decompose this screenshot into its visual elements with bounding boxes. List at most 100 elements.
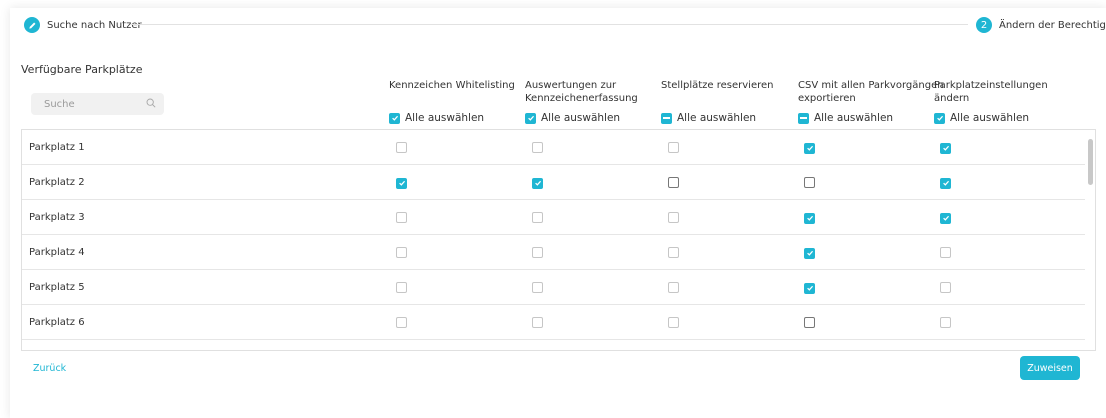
permission-checkbox[interactable]: [532, 142, 543, 153]
permission-cell: [668, 282, 679, 296]
select-all-label: Alle auswählen: [541, 112, 621, 124]
permission-checkbox[interactable]: [940, 142, 951, 154]
permission-checkbox[interactable]: [668, 282, 679, 293]
permission-cell: [532, 177, 543, 190]
parking-table: Parkplatz 1 Parkplatz 2 Parkplatz 3 Parkpla…: [21, 129, 1096, 351]
select-all-label: Alle auswählen: [677, 112, 757, 124]
permission-checkbox[interactable]: [668, 317, 679, 328]
permission-checkbox[interactable]: [804, 142, 815, 154]
column-title: Kennzeichen Whitelisting: [389, 79, 529, 107]
pencil-icon: [24, 17, 40, 33]
permission-cell: [532, 247, 543, 261]
permission-cell: [804, 142, 815, 155]
permission-checkbox[interactable]: [668, 212, 679, 223]
parking-lot-name: Parkplatz 2: [29, 177, 85, 188]
permission-checkbox[interactable]: [804, 317, 815, 328]
permission-cell: [532, 212, 543, 226]
column-title-line: Kennzeichenerfassung: [525, 93, 638, 104]
permission-cell: [532, 142, 543, 156]
permission-cell: [804, 247, 815, 260]
permission-cell: [804, 177, 815, 191]
column-title-line: Kennzeichen Whitelisting: [389, 80, 515, 91]
permission-checkbox[interactable]: [940, 212, 951, 224]
permission-cell: [940, 212, 951, 225]
assign-button[interactable]: Zuweisen: [1020, 356, 1080, 380]
permission-cell: [532, 317, 543, 331]
select-all-checkbox[interactable]: [389, 112, 400, 124]
permission-checkbox[interactable]: [532, 247, 543, 258]
select-all-control[interactable]: Alle auswählen: [661, 112, 756, 124]
permission-checkbox[interactable]: [396, 212, 407, 223]
column-title-line: CSV mit allen Parkvorgängen: [798, 80, 944, 91]
permission-checkbox[interactable]: [532, 212, 543, 223]
column-title-line: Auswertungen zur: [525, 80, 617, 91]
select-all-checkbox[interactable]: [661, 112, 672, 124]
permission-cell: [668, 212, 679, 226]
permission-checkbox[interactable]: [940, 317, 951, 328]
permission-checkbox[interactable]: [668, 177, 679, 188]
permission-cell: [396, 282, 407, 296]
permission-checkbox[interactable]: [804, 177, 815, 188]
permission-checkbox[interactable]: [396, 282, 407, 293]
select-all-label: Alle auswählen: [405, 112, 485, 124]
permission-checkbox[interactable]: [532, 177, 543, 189]
permission-checkbox[interactable]: [396, 142, 407, 153]
permission-cell: [668, 317, 679, 331]
step-2-label: Ändern der Berechtigungen: [999, 19, 1106, 31]
parking-lot-name: Parkplatz 5: [29, 282, 85, 293]
step-2-number: 2: [976, 17, 992, 33]
search-input[interactable]: [44, 98, 144, 110]
permission-checkbox[interactable]: [940, 282, 951, 293]
step-2[interactable]: 2 Ändern der Berechtigungen: [976, 17, 1106, 33]
permission-checkbox[interactable]: [532, 317, 543, 328]
permission-cell: [940, 177, 951, 190]
permission-cell: [940, 282, 951, 296]
column-title: Stellplätze reservieren: [661, 79, 801, 107]
permission-cell: [396, 317, 407, 331]
parking-lot-name: Parkplatz 3: [29, 212, 85, 223]
select-all-control[interactable]: Alle auswählen: [525, 112, 620, 124]
parking-lot-name: Parkplatz 6: [29, 317, 85, 328]
select-all-checkbox[interactable]: [934, 112, 945, 124]
permission-checkbox[interactable]: [396, 317, 407, 328]
permission-cell: [668, 247, 679, 261]
stepper-connector: [130, 24, 968, 25]
select-all-control[interactable]: Alle auswählen: [798, 112, 893, 124]
permission-cell: [804, 317, 815, 331]
table-row: Parkplatz 3: [22, 200, 1085, 235]
table-row: Parkplatz 1: [22, 130, 1085, 165]
permission-checkbox[interactable]: [940, 247, 951, 258]
back-link[interactable]: Zurück: [33, 363, 66, 374]
permission-checkbox[interactable]: [396, 177, 407, 189]
column-title-line: Stellplätze reservieren: [661, 80, 774, 91]
table-row: Parkplatz 6: [22, 305, 1085, 340]
permission-checkbox[interactable]: [940, 177, 951, 189]
permissions-card: Suche nach Nutzer 2 Ändern der Berechtig…: [10, 8, 1106, 418]
select-all-checkbox[interactable]: [525, 112, 536, 124]
select-all-checkbox[interactable]: [798, 112, 809, 124]
permission-checkbox[interactable]: [668, 247, 679, 258]
permission-cell: [940, 317, 951, 331]
column-title: CSV mit allen Parkvorgängen exportieren: [798, 79, 944, 107]
search-icon[interactable]: [146, 98, 156, 111]
permission-checkbox[interactable]: [396, 247, 407, 258]
select-all-control[interactable]: Alle auswählen: [389, 112, 484, 124]
step-1[interactable]: Suche nach Nutzer: [24, 17, 142, 33]
column-title: Parkplatzeinstellungen ändern: [934, 79, 1074, 107]
permission-cell: [804, 212, 815, 225]
search-box[interactable]: [31, 93, 164, 115]
column-title-line: Parkplatzeinstellungen: [934, 80, 1048, 91]
permission-cell: [396, 212, 407, 226]
table-row: Parkplatz 4: [22, 235, 1085, 270]
permission-checkbox[interactable]: [668, 142, 679, 153]
permission-checkbox[interactable]: [804, 247, 815, 259]
column-title: Auswertungen zur Kennzeichenerfassung: [525, 79, 665, 107]
scrollbar[interactable]: [1088, 139, 1093, 185]
table-row: Parkplatz 5: [22, 270, 1085, 305]
column-title-line: exportieren: [798, 93, 856, 104]
permission-checkbox[interactable]: [804, 282, 815, 294]
permission-cell: [396, 177, 407, 190]
permission-checkbox[interactable]: [532, 282, 543, 293]
select-all-control[interactable]: Alle auswählen: [934, 112, 1029, 124]
permission-checkbox[interactable]: [804, 212, 815, 224]
